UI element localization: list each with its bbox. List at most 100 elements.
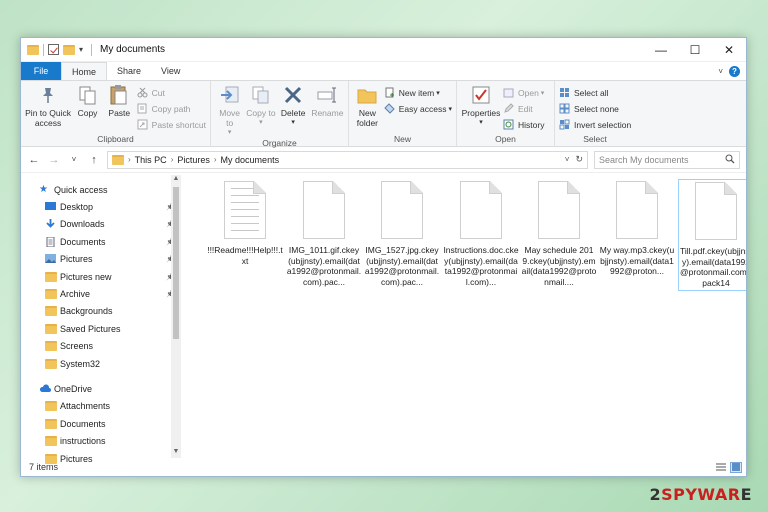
tab-file[interactable]: File bbox=[21, 62, 61, 80]
sidebar-item-screens[interactable]: Screens bbox=[21, 338, 181, 355]
dropdown-arrow-icon: ▾ bbox=[436, 89, 440, 97]
new-item-button[interactable]: New item ▾ bbox=[384, 85, 452, 100]
sidebar-item-label: instructions bbox=[60, 436, 106, 447]
folder-icon bbox=[45, 306, 57, 317]
folder-icon bbox=[45, 271, 57, 282]
rename-button[interactable]: Rename bbox=[311, 84, 344, 118]
folder-icon bbox=[27, 44, 39, 55]
details-view-icon[interactable] bbox=[715, 462, 727, 473]
sidebar-item-documents[interactable]: Documents📌 bbox=[21, 233, 181, 250]
search-input[interactable]: Search My documents bbox=[594, 150, 740, 169]
ribbon: Pin to Quick access Copy Paste Cut Copy … bbox=[21, 80, 746, 148]
address-dropdown-icon[interactable]: ˅ bbox=[565, 155, 570, 164]
file-item[interactable]: My way.mp3.ckey(ubjjnsty).email(data1992… bbox=[599, 179, 675, 291]
address-bar[interactable]: › This PC › Pictures › My documents ˅ ↻ bbox=[107, 150, 588, 169]
up-arrow-icon[interactable]: ↑ bbox=[87, 154, 101, 166]
dropdown-arrow-icon: ▾ bbox=[227, 129, 232, 136]
chevron-right-icon[interactable]: › bbox=[171, 155, 174, 164]
select-none-label: Select none bbox=[574, 103, 619, 114]
copy-label: Copy bbox=[77, 108, 98, 118]
delete-button[interactable]: Delete ▾ bbox=[278, 84, 309, 128]
breadcrumb-pictures[interactable]: Pictures bbox=[177, 155, 210, 165]
copy-to-button[interactable]: Copy to ▾ bbox=[246, 84, 276, 128]
large-icons-view-icon[interactable] bbox=[730, 461, 742, 473]
tab-view[interactable]: View bbox=[151, 62, 190, 80]
navigation-pane: ★ Quick access Desktop📌Downloads📌Documen… bbox=[21, 175, 181, 464]
easy-access-button[interactable]: Easy access ▾ bbox=[384, 101, 452, 116]
file-item[interactable]: IMG_1011.gif.ckey(ubjjnsty).email(data19… bbox=[286, 179, 362, 291]
move-to-button[interactable]: Move to ▾ bbox=[215, 84, 244, 138]
select-none-button[interactable]: Select none bbox=[559, 101, 631, 116]
rename-label: Rename bbox=[311, 108, 344, 118]
select-group: Select all Select none Invert selection bbox=[555, 81, 635, 146]
tab-share[interactable]: Share bbox=[107, 62, 151, 80]
sidebar-scrollbar[interactable]: ▲ ▼ bbox=[171, 175, 181, 458]
title-bar: ▾ My documents — ☐ ✕ bbox=[21, 38, 746, 62]
sidebar-item-downloads[interactable]: Downloads📌 bbox=[21, 216, 181, 233]
forward-arrow-icon[interactable]: → bbox=[47, 154, 61, 166]
invert-selection-label: Invert selection bbox=[574, 119, 632, 130]
minimize-button[interactable]: — bbox=[644, 38, 678, 62]
sidebar-item-system32[interactable]: System32 bbox=[21, 355, 181, 372]
sidebar-item-onedrive-instructions[interactable]: instructions bbox=[21, 432, 181, 449]
pin-quick-access-button[interactable]: Pin to Quick access bbox=[25, 84, 71, 128]
properties-label: Properties bbox=[461, 108, 501, 118]
file-item[interactable]: May schedule 2019.ckey(ubjjnsty).email(d… bbox=[521, 179, 597, 291]
invert-selection-button[interactable]: Invert selection bbox=[559, 117, 631, 132]
chevron-right-icon[interactable]: › bbox=[214, 155, 217, 164]
rename-icon bbox=[316, 84, 338, 106]
select-all-button[interactable]: Select all bbox=[559, 85, 631, 100]
sidebar-item-quick-access[interactable]: ★ Quick access bbox=[21, 181, 181, 198]
sidebar-item-archive[interactable]: Archive📌 bbox=[21, 285, 181, 302]
paste-shortcut-button[interactable]: Paste shortcut bbox=[137, 117, 206, 132]
sidebar-item-onedrive-documents[interactable]: Documents bbox=[21, 415, 181, 432]
sidebar-item-pictures[interactable]: Pictures📌 bbox=[21, 251, 181, 268]
properties-button[interactable]: Properties ▾ bbox=[461, 84, 501, 128]
breadcrumb-this-pc[interactable]: This PC bbox=[135, 155, 167, 165]
sidebar-item-saved-pictures[interactable]: Saved Pictures bbox=[21, 320, 181, 337]
edit-button[interactable]: Edit bbox=[503, 101, 544, 116]
tab-home[interactable]: Home bbox=[61, 62, 108, 80]
file-item[interactable]: !!!Readme!!!Help!!!.txt bbox=[207, 179, 283, 291]
new-folder-icon[interactable] bbox=[63, 44, 75, 55]
close-button[interactable]: ✕ bbox=[712, 38, 746, 62]
scroll-up-icon[interactable]: ▲ bbox=[171, 175, 181, 185]
properties-check-icon[interactable] bbox=[48, 44, 59, 55]
folder-icon bbox=[112, 154, 124, 165]
history-button[interactable]: History bbox=[503, 117, 544, 132]
search-placeholder: Search My documents bbox=[599, 154, 689, 165]
paste-label: Paste bbox=[108, 108, 131, 118]
sidebar-item-backgrounds[interactable]: Backgrounds bbox=[21, 303, 181, 320]
new-folder-button[interactable]: New folder bbox=[353, 84, 382, 128]
scroll-thumb[interactable] bbox=[173, 187, 179, 339]
sidebar-item-desktop[interactable]: Desktop📌 bbox=[21, 198, 181, 215]
sidebar-item-label: Pictures new bbox=[60, 271, 112, 282]
cut-button[interactable]: Cut bbox=[137, 85, 206, 100]
sidebar-item-pictures-new[interactable]: Pictures new📌 bbox=[21, 268, 181, 285]
file-item[interactable]: IMG_1527.jpg.ckey(ubjjnsty).email(data19… bbox=[364, 179, 440, 291]
sidebar-item-onedrive-attachments[interactable]: Attachments bbox=[21, 398, 181, 415]
recent-locations-icon[interactable]: ˅ bbox=[67, 155, 81, 164]
collapse-ribbon-icon[interactable]: ˅ bbox=[718, 67, 723, 76]
pin-icon bbox=[37, 84, 59, 106]
refresh-icon[interactable]: ↻ bbox=[575, 154, 583, 165]
new-group: New folder New item ▾ Easy access ▾ New bbox=[349, 81, 457, 146]
help-icon[interactable]: ? bbox=[729, 65, 740, 77]
dropdown-arrow-icon: ▾ bbox=[291, 119, 295, 126]
open-button[interactable]: Open ▾ bbox=[503, 85, 544, 100]
file-list: !!!Readme!!!Help!!!.txt IMG_1011.gif.ckey… bbox=[181, 175, 746, 458]
file-name: Till.pdf.ckey(ubjjnsty).email(data1992@p… bbox=[680, 246, 747, 288]
chevron-right-icon[interactable]: › bbox=[128, 155, 131, 164]
file-item[interactable]: Till.pdf.ckey(ubjjnsty).email(data1992@p… bbox=[678, 179, 747, 291]
scroll-down-icon[interactable]: ▼ bbox=[171, 448, 181, 458]
maximize-button[interactable]: ☐ bbox=[678, 38, 712, 62]
customize-toolbar-icon[interactable]: ▾ bbox=[79, 45, 83, 54]
copy-button[interactable]: Copy bbox=[73, 84, 102, 118]
back-arrow-icon[interactable]: ← bbox=[27, 154, 41, 166]
explorer-window: ▾ My documents — ☐ ✕ File Home Share Vie… bbox=[20, 37, 747, 477]
sidebar-item-onedrive[interactable]: OneDrive bbox=[21, 380, 181, 397]
copy-path-button[interactable]: Copy path bbox=[137, 101, 206, 116]
file-item[interactable]: Instructions.doc.ckey(ubjjnsty).email(da… bbox=[443, 179, 519, 291]
breadcrumb-my-documents[interactable]: My documents bbox=[221, 155, 280, 165]
paste-button[interactable]: Paste bbox=[104, 84, 135, 118]
